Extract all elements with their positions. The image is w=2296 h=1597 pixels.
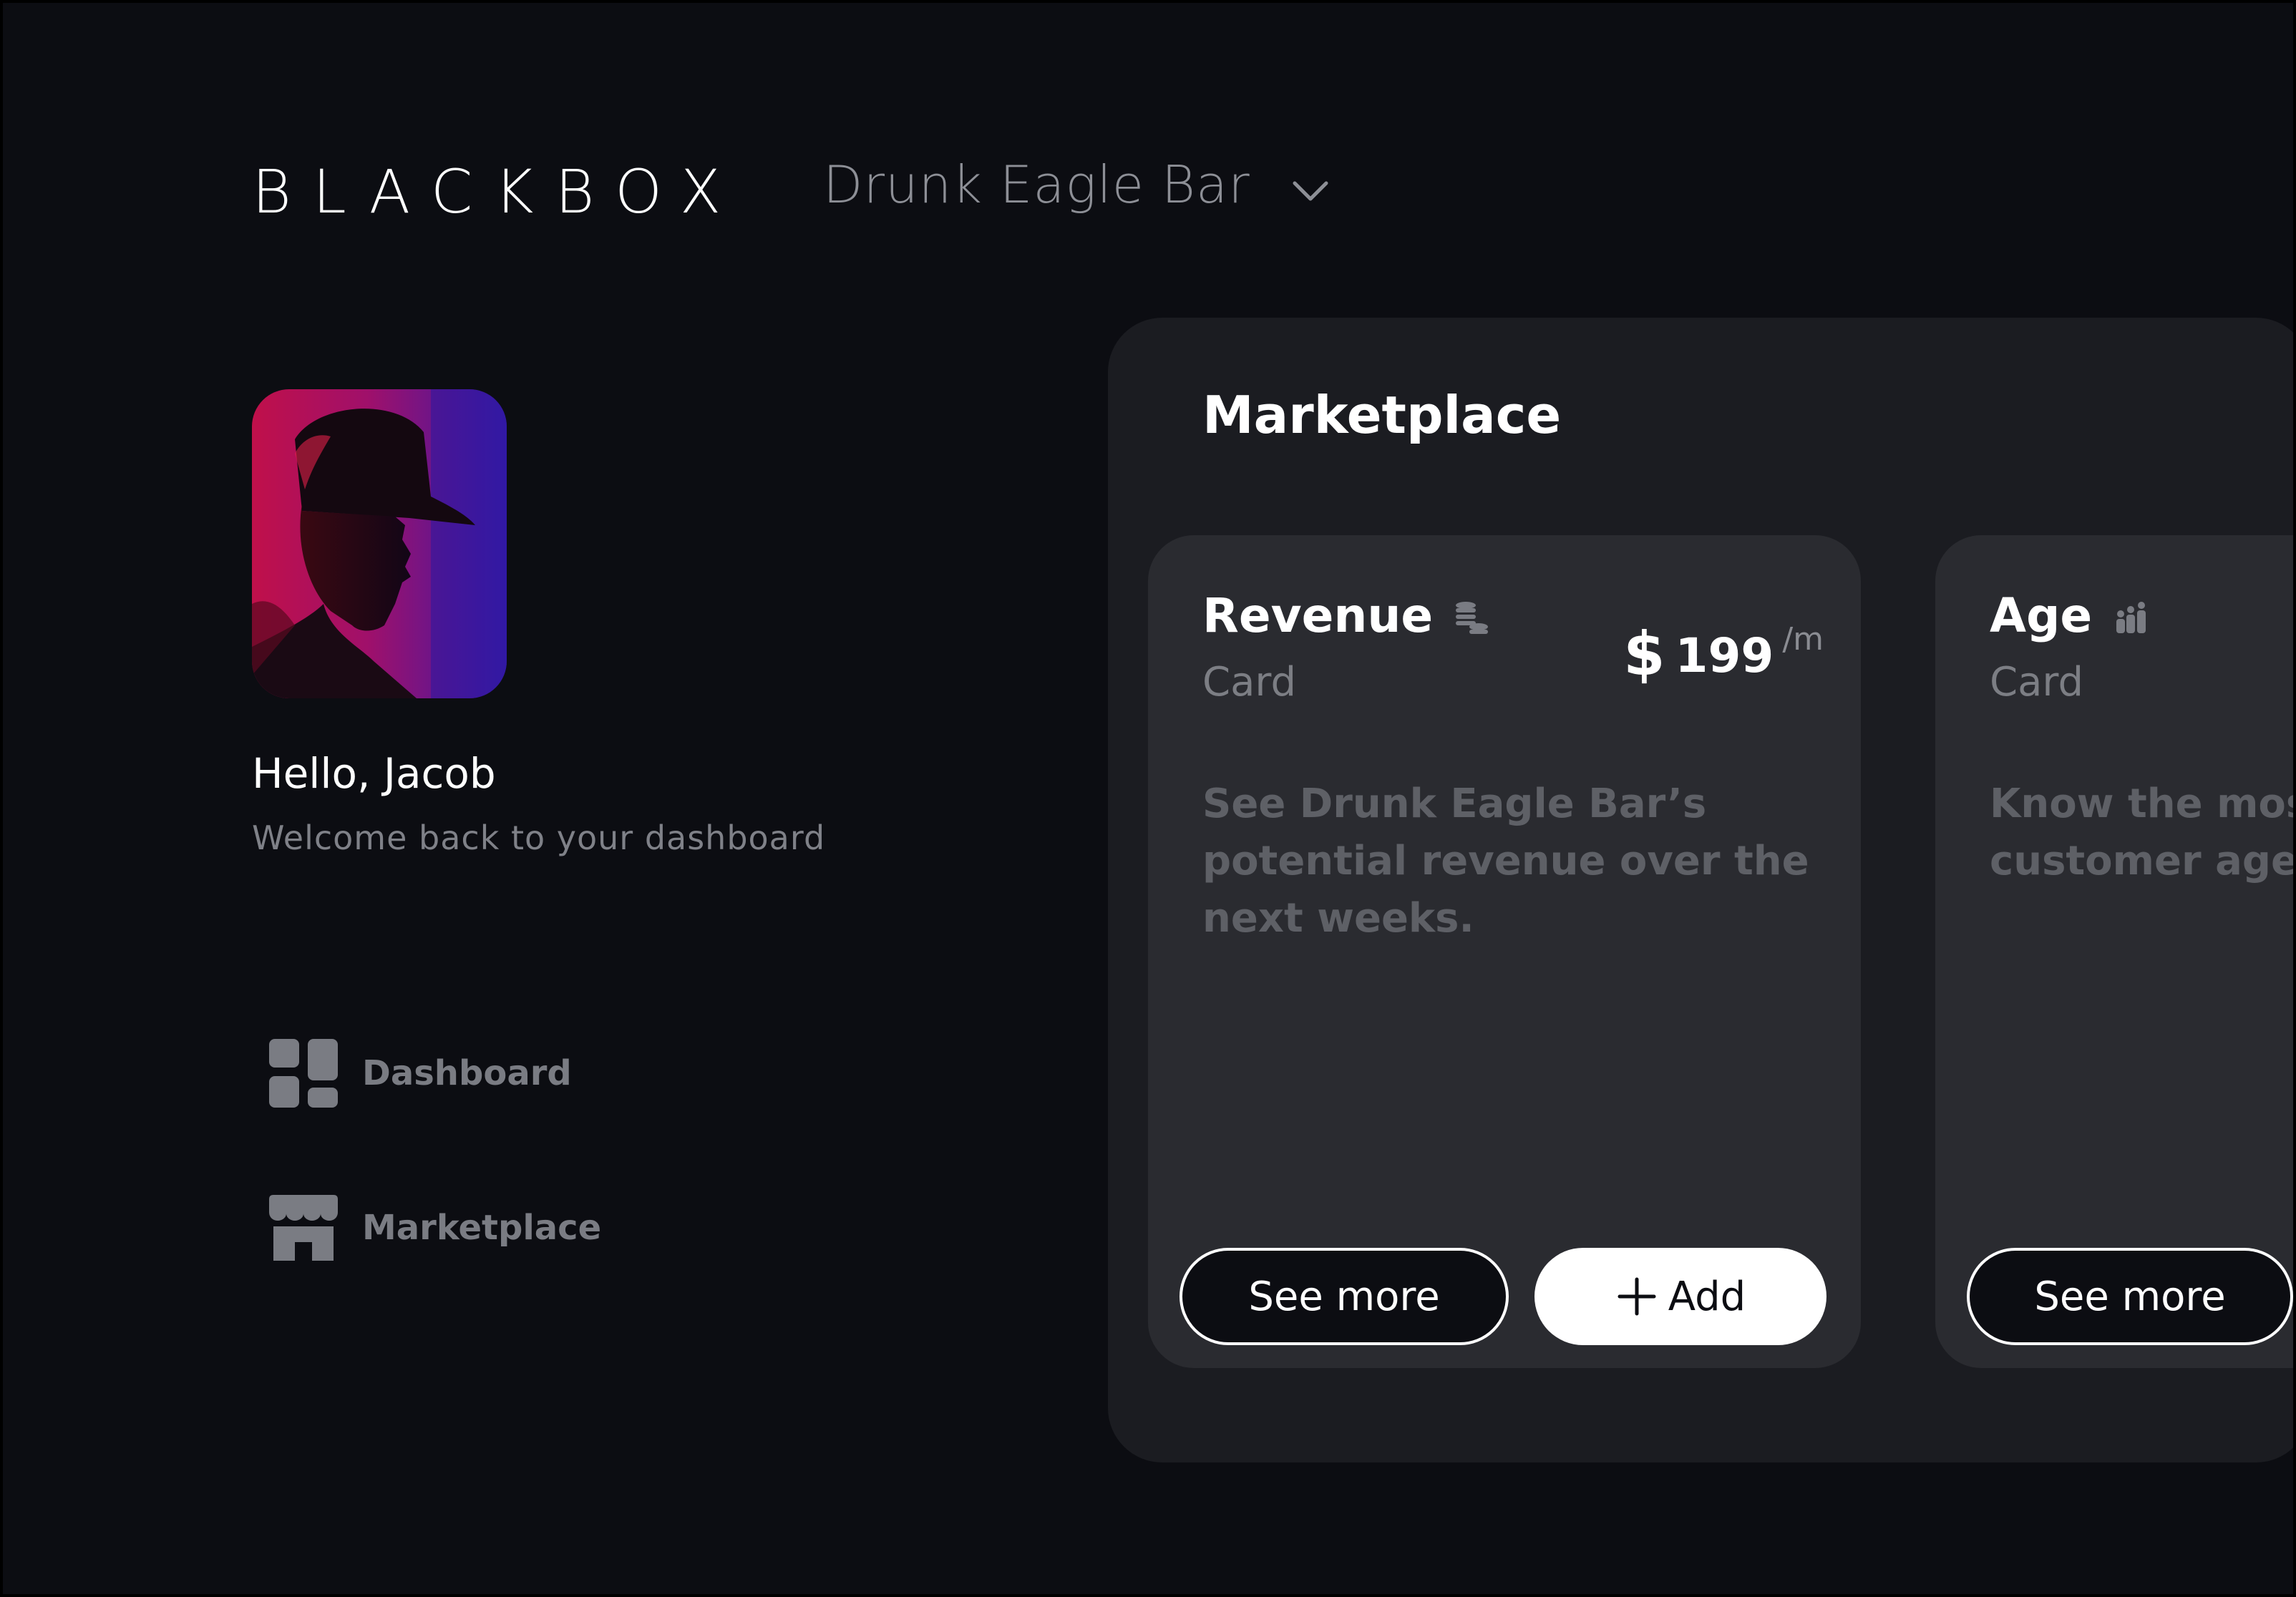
price-amount: 199: [1675, 628, 1774, 683]
chevron-down-icon: [1290, 176, 1331, 205]
venue-name: Drunk Eagle Bar: [823, 155, 1250, 215]
sidebar-item-label: Marketplace: [362, 1208, 602, 1248]
button-label: Add: [1668, 1273, 1746, 1320]
card-description-line: customer age: [1990, 838, 2296, 884]
panel-title: Marketplace: [1202, 385, 1562, 445]
add-button[interactable]: Add: [1534, 1248, 1826, 1345]
revenue-card: Revenue Card $ 199 /m See Drunk Eagle Ba…: [1148, 535, 1861, 1368]
see-more-button[interactable]: See more: [1967, 1248, 2293, 1345]
price-currency: $: [1623, 619, 1665, 689]
blackbox-logo: BLACKBOX: [252, 157, 743, 227]
price-tag: $ 199 /m: [1623, 619, 1824, 689]
button-label: See more: [1248, 1273, 1440, 1320]
card-description-line: Know the most: [1990, 781, 2296, 827]
card-description: See Drunk Eagle Bar’s potential revenue …: [1202, 781, 1809, 942]
button-label: See more: [2034, 1273, 2226, 1320]
card-subtitle: Card: [1990, 659, 2084, 705]
avatar: [252, 389, 507, 698]
card-title-text: Revenue: [1202, 588, 1434, 643]
welcome-subtitle: Welcome back to your dashboard: [252, 819, 826, 857]
coins-icon: [1453, 597, 1490, 635]
people-icon: [2112, 597, 2149, 635]
see-more-button[interactable]: See more: [1179, 1248, 1509, 1345]
card-title: Revenue: [1202, 592, 1490, 640]
sidebar-item-dashboard[interactable]: Dashboard: [266, 1036, 572, 1110]
dashboard-grid-icon: [266, 1036, 341, 1110]
marketplace-panel: Marketplace Revenue Card $ 199 /m See Dr…: [1108, 318, 2296, 1462]
greeting-heading: Hello, Jacob: [252, 749, 496, 798]
card-subtitle: Card: [1202, 659, 1297, 705]
card-title-text: Age: [1990, 588, 2093, 643]
storefront-icon: [266, 1191, 341, 1265]
sidebar-item-label: Dashboard: [362, 1053, 572, 1093]
price-period: /m: [1782, 621, 1824, 658]
card-title: Age: [1990, 592, 2149, 640]
sidebar-item-marketplace[interactable]: Marketplace: [266, 1191, 601, 1265]
plus-icon: [1615, 1275, 1658, 1318]
card-description: Know the most customer age: [1990, 776, 2296, 890]
age-card: Age Card Know the most customer age See …: [1935, 535, 2296, 1368]
venue-selector[interactable]: Drunk Eagle Bar: [823, 159, 1331, 210]
